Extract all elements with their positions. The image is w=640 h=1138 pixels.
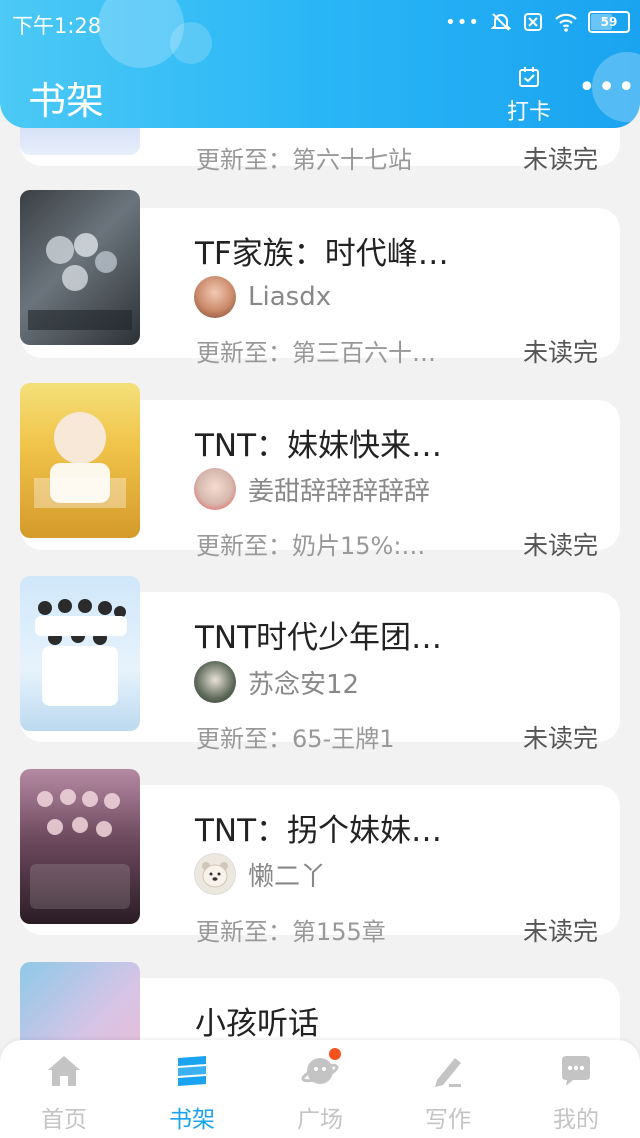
book-cover	[20, 769, 140, 924]
book-author-row: Liasdx	[194, 275, 331, 319]
page-title: 书架	[28, 79, 105, 123]
book-author-row: 懒二丫	[194, 852, 326, 896]
nav-write[interactable]: 写作	[384, 1040, 512, 1138]
checkin-label: 打卡	[506, 100, 551, 125]
book-update: 更新至：65-王牌1	[196, 725, 395, 753]
status-icons: ••• 59	[445, 8, 630, 36]
book-update: 更新至：第155章	[196, 918, 386, 946]
bear-icon	[202, 862, 228, 888]
decor-bubble	[170, 22, 212, 64]
book-cover	[20, 576, 140, 731]
nav-label: 我的	[553, 1107, 599, 1133]
status-time: 下午1:28	[12, 14, 102, 38]
book-title: TNT：拐个妹妹…	[195, 813, 443, 849]
notification-badge	[327, 1046, 343, 1062]
wifi-icon	[555, 13, 577, 32]
nav-square[interactable]: 广场	[256, 1040, 384, 1138]
author-avatar	[194, 276, 236, 318]
book-title: TNT时代少年团…	[195, 620, 443, 656]
book-status: 未读完	[522, 917, 598, 946]
battery-icon: 59	[588, 11, 630, 33]
nav-label: 书架	[169, 1107, 215, 1133]
app-header: 下午1:28 ••• 59 书架 打卡 •••	[0, 0, 640, 128]
book-title: 小孩听话	[195, 1006, 319, 1042]
checkin-button[interactable]: 打卡	[504, 66, 554, 126]
no-sim-icon	[524, 13, 542, 31]
more-options-button[interactable]: •••	[578, 73, 637, 103]
bookshelf-icon	[178, 1056, 206, 1086]
nav-home[interactable]: 首页	[0, 1040, 128, 1138]
book-author: 姜甜辞辞辞辞辞	[248, 476, 431, 507]
pen-icon	[435, 1058, 461, 1087]
nav-label: 广场	[297, 1107, 343, 1133]
nav-me[interactable]: 我的	[512, 1040, 640, 1138]
book-update: 更新至：奶片15%:…	[196, 532, 426, 560]
book-title: TNT：妹妹快来…	[195, 428, 443, 464]
book-cover	[20, 190, 140, 345]
book-status: 未读完	[522, 338, 598, 367]
nav-bookshelf[interactable]: 书架	[128, 1040, 256, 1138]
bottom-nav: 首页 书架 广场 写作 我的	[0, 1040, 640, 1138]
book-author: 懒二丫	[248, 861, 327, 892]
nav-label: 首页	[41, 1107, 87, 1133]
more-notifications-icon: •••	[445, 11, 480, 33]
book-update: 更新至：第六十七站	[196, 146, 412, 174]
chat-bubble-icon	[562, 1056, 590, 1086]
home-icon	[48, 1056, 80, 1086]
book-author-row: 姜甜辞辞辞辞辞	[194, 467, 430, 511]
book-status: 未读完	[522, 145, 598, 174]
book-author: Liasdx	[248, 282, 332, 312]
book-cover	[20, 383, 140, 538]
book-status: 未读完	[522, 531, 598, 560]
book-title: TF家族：时代峰…	[195, 236, 449, 272]
mute-bell-icon	[490, 13, 512, 31]
book-author-row: 苏念安12	[194, 660, 359, 704]
book-update: 更新至：第三百六十…	[196, 339, 436, 367]
author-avatar	[194, 853, 236, 895]
book-author: 苏念安12	[248, 669, 360, 700]
author-avatar	[194, 468, 236, 510]
book-status: 未读完	[522, 724, 598, 753]
nav-label: 写作	[425, 1107, 471, 1133]
calendar-check-icon	[519, 67, 539, 87]
author-avatar	[194, 661, 236, 703]
